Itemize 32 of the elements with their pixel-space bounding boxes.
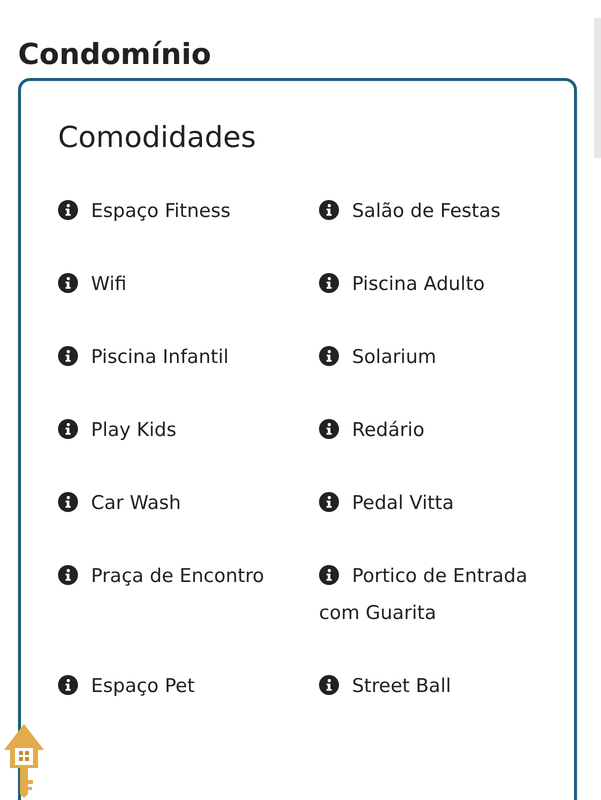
info-icon bbox=[319, 565, 339, 585]
info-icon bbox=[319, 346, 339, 366]
scrollbar[interactable] bbox=[594, 18, 601, 158]
page-title: Condomínio bbox=[18, 37, 212, 71]
section-heading: Comodidades bbox=[58, 119, 256, 156]
amenity-item: Wifi bbox=[58, 266, 283, 303]
amenity-item: Pedal Vitta bbox=[319, 485, 544, 522]
info-icon bbox=[319, 419, 339, 439]
amenity-item: Street Ball bbox=[319, 668, 544, 705]
info-icon bbox=[58, 200, 78, 220]
amenity-item: Car Wash bbox=[58, 485, 283, 522]
amenity-item: Play Kids bbox=[58, 412, 283, 449]
info-icon bbox=[58, 675, 78, 695]
amenity-item: Espaço Fitness bbox=[58, 193, 283, 230]
info-icon bbox=[319, 492, 339, 512]
amenity-item: Portico de Entrada com Guarita bbox=[319, 564, 528, 626]
amenity-item: Solarium bbox=[319, 339, 544, 376]
amenity-item: Praça de Encontro bbox=[58, 558, 283, 632]
amenity-item: Piscina Adulto bbox=[319, 266, 544, 303]
info-icon bbox=[58, 346, 78, 366]
info-icon bbox=[319, 675, 339, 695]
amenity-item: Piscina Infantil bbox=[58, 339, 283, 376]
house-key-icon bbox=[2, 722, 46, 798]
amenity-item: Redário bbox=[319, 412, 544, 449]
amenity-item: Salão de Festas bbox=[319, 193, 544, 230]
info-icon bbox=[58, 419, 78, 439]
info-icon bbox=[58, 492, 78, 512]
info-icon bbox=[58, 565, 78, 585]
info-icon bbox=[58, 273, 78, 293]
amenity-item: Espaço Pet bbox=[58, 668, 283, 705]
info-icon bbox=[319, 200, 339, 220]
info-icon bbox=[319, 273, 339, 293]
